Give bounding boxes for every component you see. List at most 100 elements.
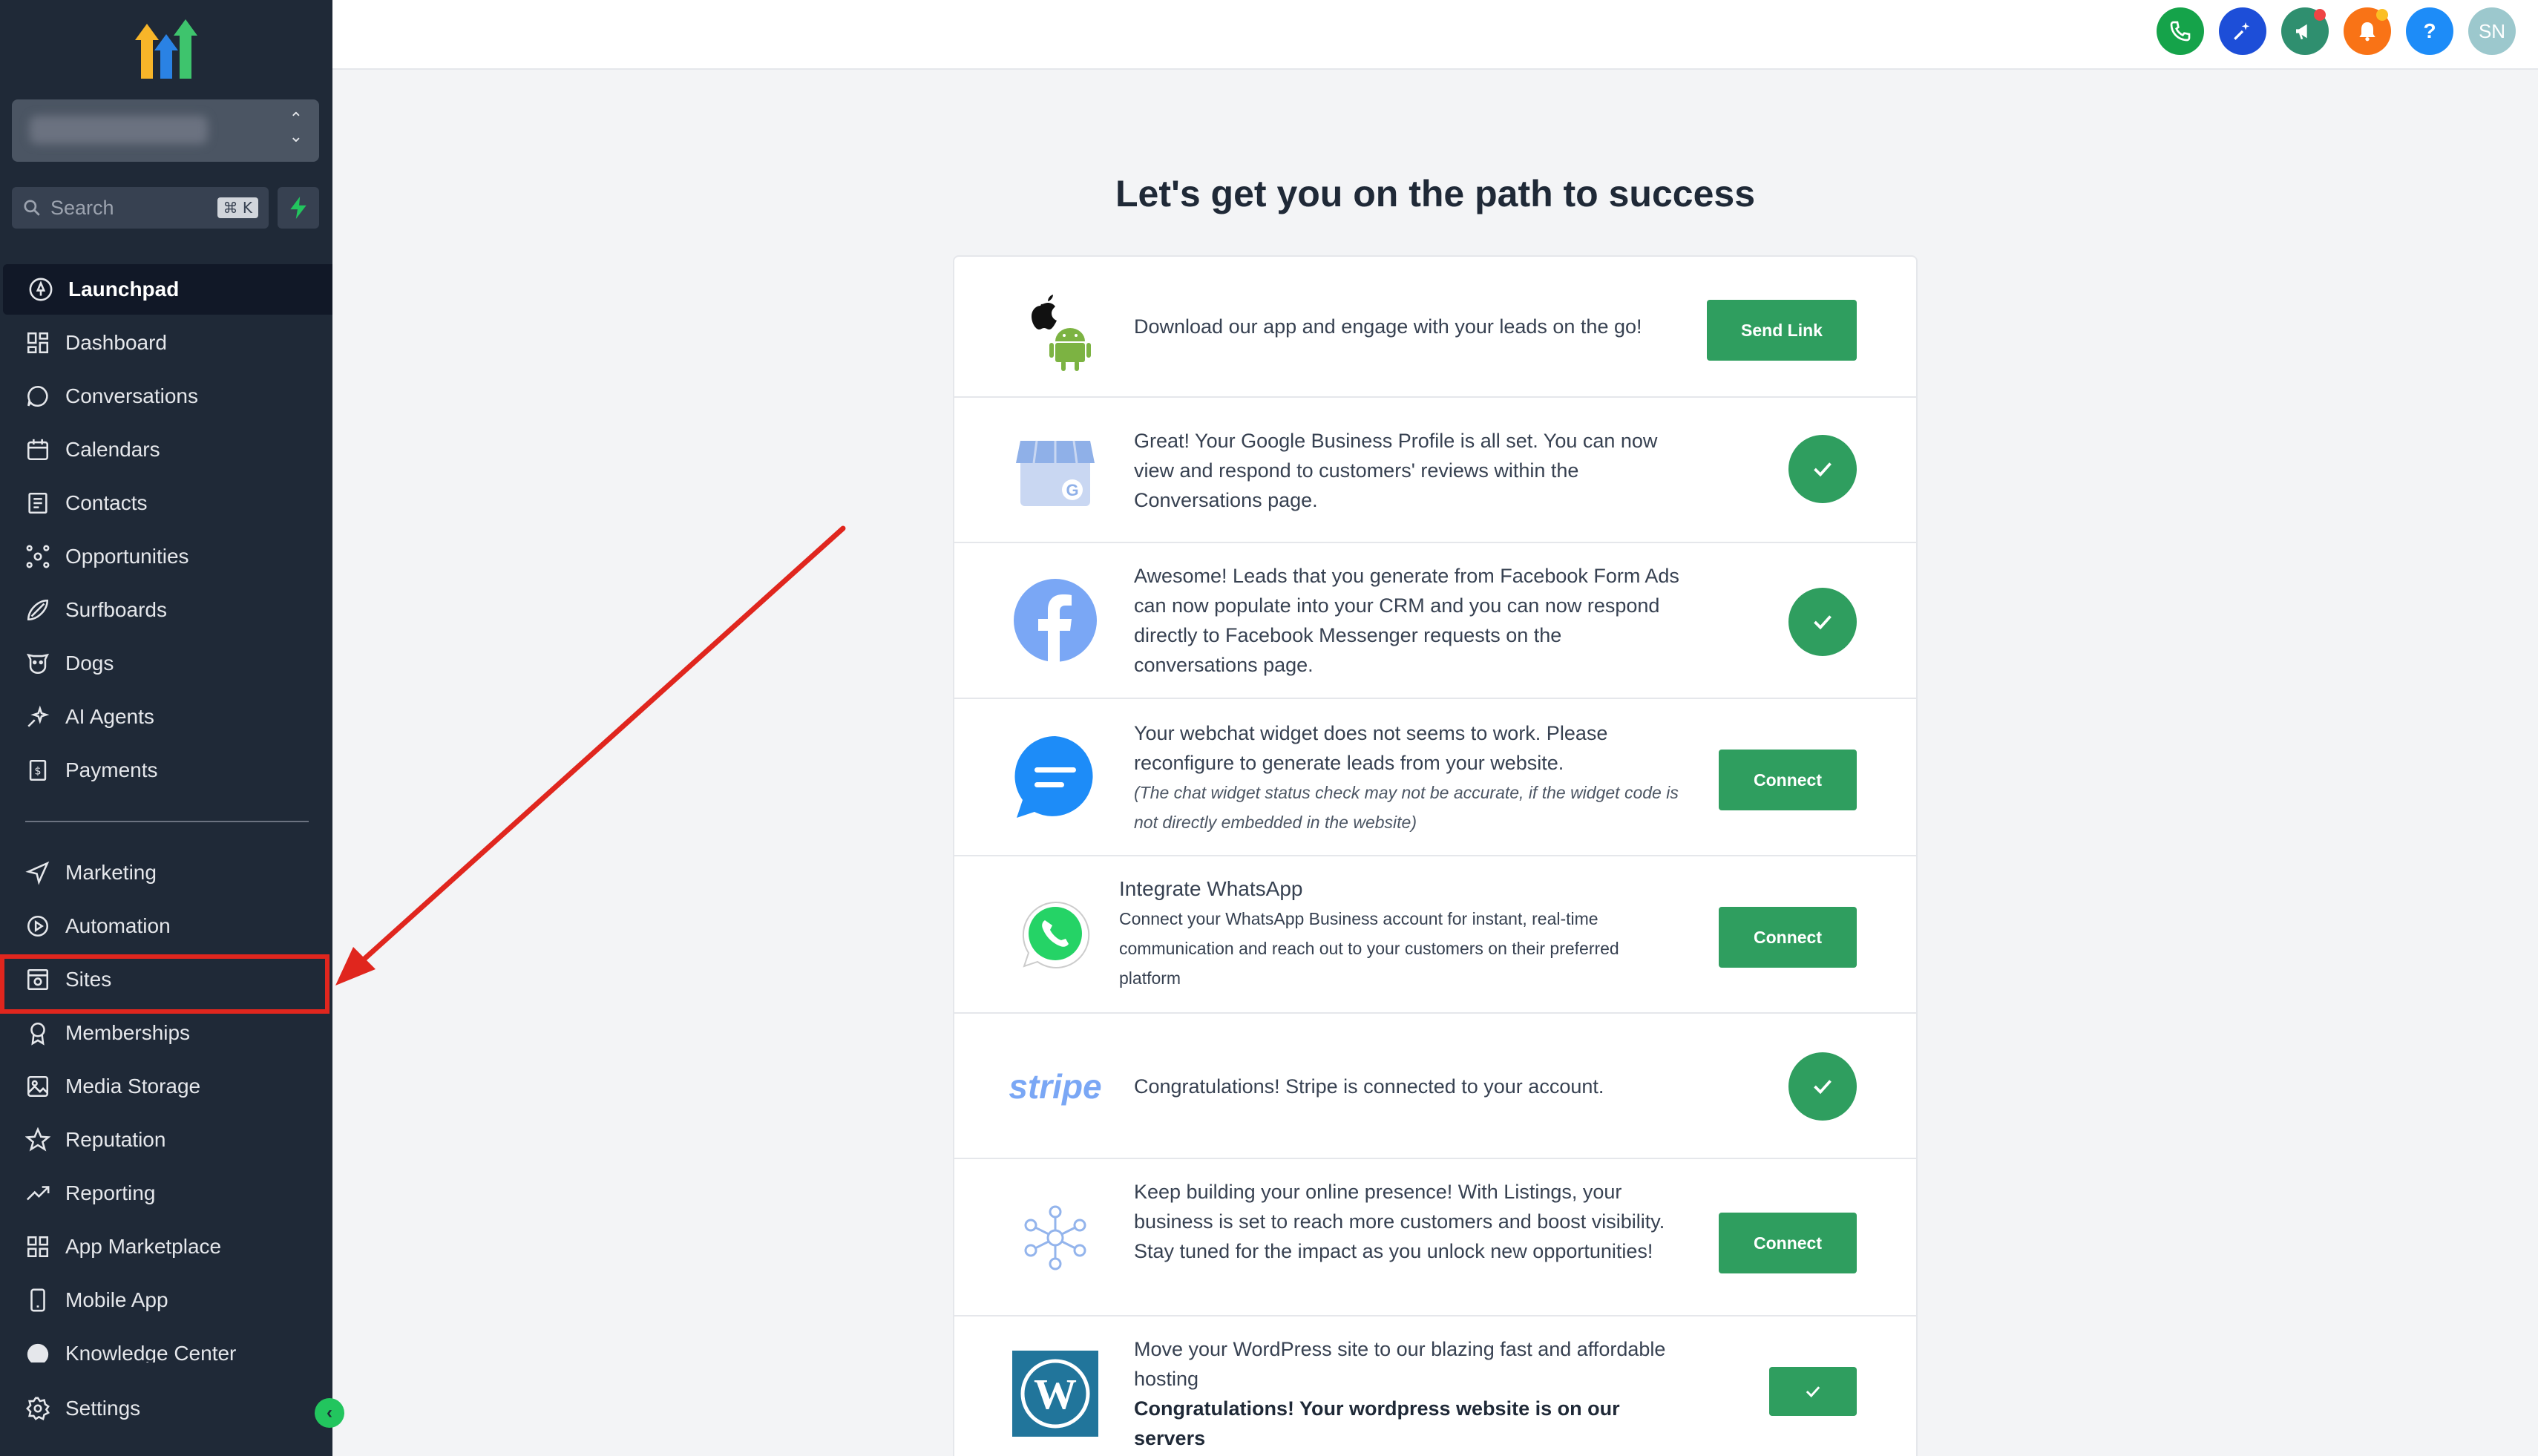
completed-check <box>1788 435 1857 503</box>
task-row-listings: Keep building your online presence! With… <box>954 1159 1916 1316</box>
webchat-message: Your webchat widget does not seems to wo… <box>1134 722 1608 774</box>
send-link-button[interactable]: Send Link <box>1707 300 1857 361</box>
task-row-stripe: stripe Congratulations! Stripe is connec… <box>954 1014 1916 1159</box>
search-input[interactable]: Search ⌘ K <box>12 187 269 229</box>
wordpress-done-button[interactable] <box>1769 1367 1857 1416</box>
sparkle-icon <box>27 705 50 727</box>
apps-icon <box>27 1236 49 1258</box>
sidebar-item-contacts[interactable]: Contacts <box>0 478 332 528</box>
phone-button[interactable] <box>2157 7 2204 55</box>
sidebar-item-knowledge-center[interactable]: Knowledge Center <box>25 1342 292 1362</box>
sidebar-item-label: App Marketplace <box>65 1235 222 1258</box>
task-description: Move your WordPress site to our blazing … <box>1134 1334 1683 1453</box>
top-header: ? SN <box>332 0 2538 70</box>
avatar[interactable]: SN <box>2468 7 2516 55</box>
avatar-initials: SN <box>2478 19 2506 42</box>
sidebar-item-media-storage[interactable]: Media Storage <box>0 1061 332 1112</box>
svg-text:$: $ <box>34 766 41 778</box>
announcements-button[interactable] <box>2281 7 2329 55</box>
task-description: Keep building your online presence! With… <box>1134 1181 1665 1262</box>
sidebar-item-reporting[interactable]: Reporting <box>0 1168 332 1219</box>
sidebar-item-settings[interactable]: Settings <box>0 1383 332 1434</box>
notifications-button[interactable] <box>2344 7 2391 55</box>
gear-icon <box>26 1397 50 1421</box>
sidebar-item-automation[interactable]: Automation <box>0 901 332 951</box>
search-shortcut: ⌘ K <box>217 197 258 218</box>
sidebar-divider <box>25 821 309 822</box>
task-description: Awesome! Leads that you generate from Fa… <box>1134 565 1679 676</box>
stripe-icon: stripe <box>1009 1067 1102 1106</box>
sidebar-item-app-marketplace[interactable]: App Marketplace <box>0 1221 332 1272</box>
sidebar-item-label: Knowledge Center <box>65 1342 237 1362</box>
help-button[interactable]: ? <box>2406 7 2453 55</box>
grid-icon <box>27 332 49 354</box>
sidebar-item-dogs[interactable]: Dogs <box>0 638 332 689</box>
sidebar-item-label: Media Storage <box>65 1075 201 1098</box>
award-icon <box>30 1022 45 1046</box>
task-description: Your webchat widget does not seems to wo… <box>1134 718 1683 837</box>
sidebar-item-calendars[interactable]: Calendars <box>0 424 332 475</box>
task-description: Integrate WhatsApp Connect your WhatsApp… <box>1119 874 1668 993</box>
question-icon: ? <box>2423 19 2436 42</box>
sidebar: ⌃ ⌄ Search ⌘ K Launchpad Dashboard Conver… <box>0 0 332 1456</box>
task-row-google-business: G Great! Your Google Business Profile is… <box>954 398 1916 543</box>
page-title: Let's get you on the path to success <box>1115 173 1756 214</box>
sidebar-item-reputation[interactable]: Reputation <box>0 1115 332 1165</box>
sidebar-item-mobile-app[interactable]: Mobile App <box>0 1275 332 1325</box>
star-icon <box>25 1127 50 1152</box>
surfboard-icon <box>27 599 49 621</box>
whatsapp-icon <box>1011 891 1100 980</box>
check-icon <box>1806 1386 1820 1397</box>
sidebar-item-marketing[interactable]: Marketing <box>0 847 332 898</box>
connect-webchat-button[interactable]: Connect <box>1719 750 1857 810</box>
sidebar-item-dashboard[interactable]: Dashboard <box>0 318 332 368</box>
megaphone-icon <box>2296 24 2307 40</box>
whatsapp-title: Integrate WhatsApp <box>1119 877 1303 900</box>
completed-check <box>1788 588 1857 656</box>
listings-network-icon <box>1011 1193 1100 1282</box>
sidebar-item-label: Opportunities <box>65 545 189 568</box>
sidebar-item-label: Launchpad <box>68 278 180 301</box>
check-icon <box>1814 615 1832 630</box>
notification-dot <box>2314 9 2326 21</box>
phone-icon <box>30 1288 45 1312</box>
chevron-updown-icon: ⌃ ⌄ <box>289 109 303 145</box>
quick-action-button[interactable] <box>278 187 319 229</box>
sidebar-item-launchpad[interactable]: Launchpad <box>3 264 332 315</box>
connect-whatsapp-button[interactable]: Connect <box>1719 907 1857 968</box>
bell-icon <box>2359 22 2375 42</box>
task-row-mobile-app: Download our app and engage with your le… <box>954 257 1916 398</box>
sidebar-item-conversations[interactable]: Conversations <box>0 371 332 422</box>
sidebar-item-label: Settings <box>65 1397 141 1420</box>
app-logo[interactable] <box>134 19 200 79</box>
connect-listings-button[interactable]: Connect <box>1719 1213 1857 1273</box>
svg-text:G: G <box>1066 481 1078 499</box>
trend-icon <box>26 1186 50 1201</box>
wordpress-message: Move your WordPress site to our blazing … <box>1134 1338 1666 1390</box>
check-icon <box>1814 462 1832 477</box>
account-switcher[interactable]: ⌃ ⌄ <box>12 99 319 162</box>
search-placeholder: Search <box>50 196 114 219</box>
task-row-wordpress: W Move your WordPress site to our blazin… <box>954 1316 1916 1456</box>
ai-button[interactable] <box>2219 7 2266 55</box>
sidebar-item-ai-agents[interactable]: AI Agents <box>0 692 332 742</box>
automation-icon <box>27 915 49 937</box>
sidebar-item-surfboards[interactable]: Surfboards <box>0 585 332 635</box>
sidebar-item-label: Marketing <box>65 861 157 884</box>
sidebar-collapse-button[interactable]: ‹ <box>315 1398 344 1428</box>
send-icon <box>25 861 50 885</box>
sidebar-item-label: Contacts <box>65 491 148 514</box>
sidebar-item-memberships[interactable]: Memberships <box>0 1008 332 1058</box>
sidebar-item-label: Surfboards <box>65 598 167 621</box>
phone-icon <box>2170 21 2191 42</box>
whatsapp-description: Connect your WhatsApp Business account f… <box>1119 909 1619 988</box>
sidebar-item-payments[interactable]: $ Payments <box>0 745 332 796</box>
sidebar-item-opportunities[interactable]: Opportunities <box>0 531 332 582</box>
payments-icon: $ <box>29 759 47 781</box>
google-business-icon: G <box>1011 426 1100 515</box>
task-description: Great! Your Google Business Profile is a… <box>1134 430 1658 511</box>
sidebar-item-label: Automation <box>65 914 171 937</box>
wordpress-icon: W <box>1011 1349 1100 1438</box>
chat-icon <box>27 385 48 407</box>
apple-android-icon <box>1011 283 1100 373</box>
